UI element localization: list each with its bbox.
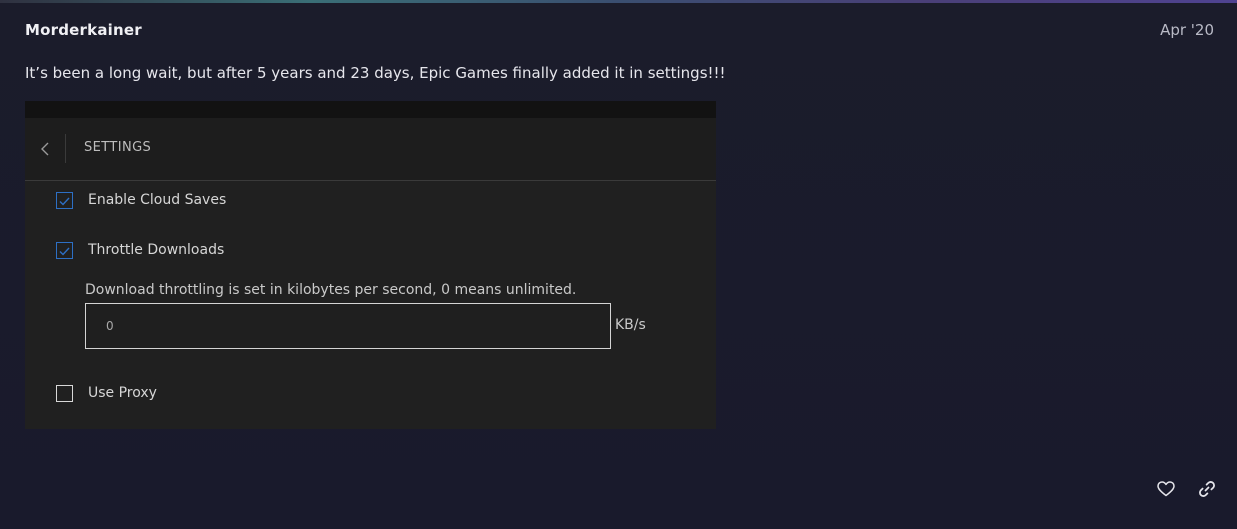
throttle-unit-label: KB/s [615, 317, 646, 333]
post-date[interactable]: Apr '20 [1160, 21, 1214, 39]
cloud-saves-label: Enable Cloud Saves [88, 192, 227, 208]
heart-icon [1157, 481, 1175, 501]
post-actions [1150, 478, 1220, 504]
use-proxy-checkbox[interactable] [56, 385, 73, 402]
chevron-left-icon [40, 141, 50, 157]
use-proxy-label: Use Proxy [88, 385, 157, 401]
link-icon [1198, 480, 1216, 502]
share-link-button[interactable] [1194, 478, 1220, 504]
throttle-downloads-label: Throttle Downloads [88, 242, 225, 258]
throttle-downloads-checkbox[interactable] [56, 242, 73, 259]
back-button[interactable] [33, 134, 57, 164]
settings-header: SETTINGS [25, 118, 716, 181]
forum-post: Morderkainer Apr '20 It’s been a long wa… [0, 0, 1237, 529]
settings-body: Enable Cloud Saves Throttle Downloads Do… [25, 185, 716, 429]
like-button[interactable] [1153, 478, 1179, 504]
screenshot-top-bar [25, 101, 716, 118]
checkmark-icon [59, 241, 70, 260]
throttle-hint: Download throttling is set in kilobytes … [85, 282, 577, 298]
embedded-settings-screenshot: SETTINGS Enable Cloud Saves Throttle Dow… [25, 101, 716, 429]
throttle-rate-input[interactable] [85, 303, 611, 349]
post-author[interactable]: Morderkainer [25, 21, 142, 39]
cloud-saves-checkbox[interactable] [56, 192, 73, 209]
header-divider [65, 134, 66, 163]
settings-title: SETTINGS [84, 140, 152, 155]
checkmark-icon [59, 191, 70, 210]
post-message: It’s been a long wait, but after 5 years… [25, 64, 726, 82]
